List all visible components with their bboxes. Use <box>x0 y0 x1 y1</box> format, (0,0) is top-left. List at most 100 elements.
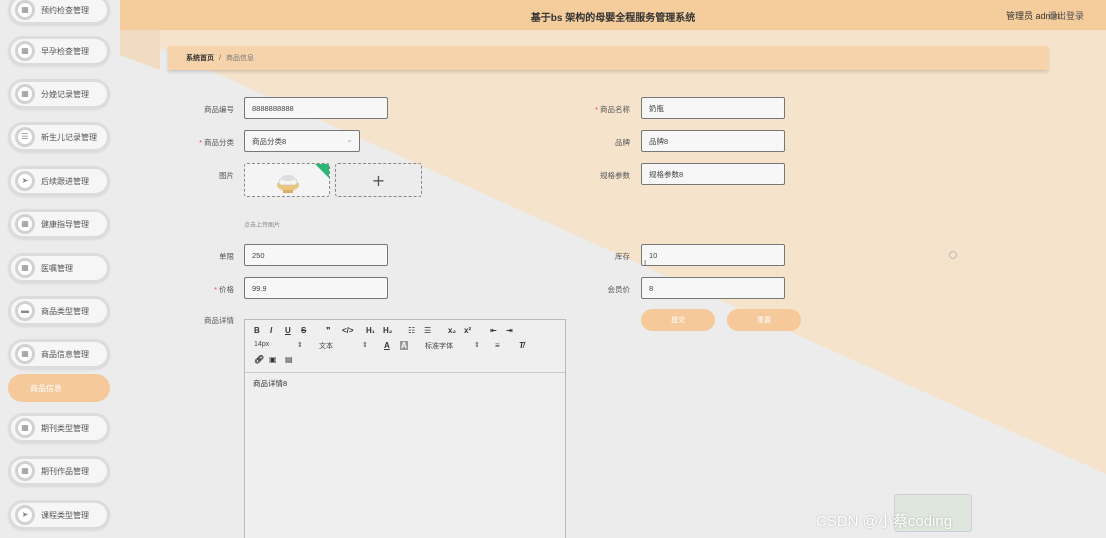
sidebar-item-delivery-record[interactable]: ▦ 分娩记录管理 <box>8 79 110 109</box>
sidebar-item-label: 预约检查管理 <box>41 5 89 15</box>
grid-icon: ▦ <box>15 461 35 481</box>
breadcrumb-home[interactable]: 系统首页 <box>186 53 214 63</box>
sidebar-item-health-guide[interactable]: ▦ 健康指导管理 <box>8 209 110 239</box>
brand-field[interactable]: 品牌8 <box>641 130 785 152</box>
font-size-select[interactable]: 14px <box>254 341 269 348</box>
clear-format-icon[interactable]: T̸ <box>519 341 524 350</box>
ordered-list-icon[interactable]: ☷ <box>408 326 415 335</box>
sidebar: ▦ 预约检查管理 ▦ 早孕检查管理 ▦ 分娩记录管理 ☰ 新生儿记录管理 ➤ 后… <box>0 0 120 538</box>
sidebar-item-label: 分娩记录管理 <box>41 89 89 99</box>
link-icon[interactable]: 🔗︎ <box>254 355 264 364</box>
unit-price-label: 单限 <box>219 252 234 261</box>
blockquote-icon[interactable]: ❞ <box>326 326 331 335</box>
reset-button[interactable]: 重置 <box>727 309 801 331</box>
indent-icon[interactable]: ⇥ <box>506 326 513 335</box>
upload-image-button[interactable]: + <box>335 163 422 197</box>
bullet-list-icon[interactable]: ☰ <box>424 326 431 335</box>
heading2-icon[interactable]: H₂ <box>383 326 392 335</box>
sidebar-item-early-pregnancy[interactable]: ▦ 早孕检查管理 <box>8 36 110 66</box>
watermark-text: CSDN @小蔡coding <box>816 513 953 530</box>
sidebar-item-newborn-record[interactable]: ☰ 新生儿记录管理 <box>8 122 110 152</box>
rich-text-editor[interactable]: B I U S ❞ </> H₁ H₂ ☷ ☰ x₂ x² ⇤ ⇥ 14px ⇕… <box>244 319 566 538</box>
sidebar-item-label: 期刊类型管理 <box>41 423 89 433</box>
code-label: 商品编号 <box>204 105 234 114</box>
background-color-icon[interactable]: A <box>400 341 408 350</box>
spec-label: 规格参数 <box>600 171 630 180</box>
text-type-select[interactable]: 文本 <box>319 341 333 351</box>
logout-link[interactable]: 退出登录 <box>1048 9 1084 22</box>
subscript-icon[interactable]: x₂ <box>448 326 456 335</box>
italic-icon[interactable]: I <box>270 326 272 335</box>
send-icon: ➤ <box>15 171 35 191</box>
font-family-chevron-icon: ⇕ <box>474 342 480 349</box>
unit-price-field[interactable]: 250 <box>244 244 388 266</box>
breadcrumb-separator: / <box>219 54 221 62</box>
stock-label: 库存 <box>615 252 630 261</box>
text-type-chevron-icon: ⇕ <box>362 342 368 349</box>
sidebar-item-label: 后续跟进管理 <box>41 176 89 186</box>
font-size-chevron-icon: ⇕ <box>297 342 303 349</box>
sidebar-item-label: 医嘱管理 <box>41 263 73 273</box>
font-color-icon[interactable]: A <box>384 341 390 350</box>
sidebar-item-journal-type[interactable]: ▦ 期刊类型管理 <box>8 413 110 443</box>
text-cursor-icon: I <box>644 259 647 268</box>
sidebar-item-medical-advice[interactable]: ▦ 医嘱管理 <box>8 253 110 283</box>
sidebar-item-journal-works[interactable]: ▦ 期刊作品管理 <box>8 456 110 486</box>
font-family-select[interactable]: 标准字体 <box>425 341 453 351</box>
app-title: 基于bs 架构的母婴全程服务管理系统 <box>530 13 696 24</box>
sidebar-item-label: 新生儿记录管理 <box>41 132 97 142</box>
sidebar-item-product-info[interactable]: 商品信息 <box>8 374 110 402</box>
plus-icon: + <box>371 170 386 190</box>
superscript-icon[interactable]: x² <box>464 326 471 335</box>
grid-icon: ▦ <box>15 258 35 278</box>
grid-icon: ▦ <box>15 0 35 20</box>
heading1-icon[interactable]: H₁ <box>366 326 375 335</box>
brand-label: 品牌 <box>615 138 630 147</box>
sidebar-item-appointment-check[interactable]: ▦ 预约检查管理 <box>8 0 110 25</box>
sidebar-item-label: 早孕检查管理 <box>41 46 89 56</box>
chevron-down-icon: ⌄ <box>346 135 353 144</box>
grid-icon: ▦ <box>15 84 35 104</box>
detail-label: 商品详情 <box>204 316 234 325</box>
send-icon: ➤ <box>15 505 35 525</box>
editor-content[interactable]: 商品详情8 <box>253 378 287 389</box>
sidebar-item-follow-up[interactable]: ➤ 后续跟进管理 <box>8 166 110 196</box>
strike-icon[interactable]: S <box>301 326 306 335</box>
sidebar-item-course-type[interactable]: ➤ 课程类型管理 <box>8 500 110 530</box>
card-icon: ▬ <box>15 301 35 321</box>
sidebar-item-product-info-manage[interactable]: ▦ 商品信息管理 <box>8 339 110 369</box>
list-icon: ☰ <box>15 127 35 147</box>
video-icon[interactable]: ▤ <box>285 355 293 364</box>
spec-field[interactable]: 规格参数8 <box>641 163 785 185</box>
align-icon[interactable]: ≡ <box>495 341 500 350</box>
product-image-icon <box>277 164 329 193</box>
underline-icon[interactable]: U <box>285 326 291 335</box>
sidebar-item-label: 课程类型管理 <box>41 510 89 520</box>
upload-hint: 点击上传图片 <box>244 223 281 229</box>
bold-icon[interactable]: B <box>254 326 260 335</box>
breadcrumb-current: 商品信息 <box>225 55 254 62</box>
grid-icon: ▦ <box>15 344 35 364</box>
stock-field[interactable]: 10 <box>641 244 785 266</box>
top-header: 基于bs 架构的母婴全程服务管理系统 管理员 admin 退出登录 <box>120 0 1106 30</box>
sidebar-item-product-type[interactable]: ▬ 商品类型管理 <box>8 296 110 326</box>
price-label: * 价格 <box>214 285 234 294</box>
grid-icon: ▦ <box>15 214 35 234</box>
uploaded-image-thumbnail[interactable] <box>244 163 330 197</box>
submit-button[interactable]: 提交 <box>641 309 715 331</box>
sidebar-item-label: 商品类型管理 <box>41 306 89 316</box>
image-label: 图片 <box>219 171 234 180</box>
outdent-icon[interactable]: ⇤ <box>490 326 497 335</box>
sidebar-item-label: 商品信息管理 <box>41 349 89 359</box>
image-icon[interactable]: ▣ <box>269 355 277 364</box>
member-price-label: 会员价 <box>607 285 631 294</box>
category-select[interactable]: 商品分类8 ⌄ <box>244 130 360 152</box>
code-field[interactable]: 8888888888 <box>244 97 388 119</box>
member-price-field[interactable]: 8 <box>641 277 785 299</box>
name-label: * 商品名称 <box>595 105 630 114</box>
name-field[interactable]: 奶瓶 <box>641 97 785 119</box>
code-icon[interactable]: </> <box>342 326 354 335</box>
grid-icon: ▦ <box>15 41 35 61</box>
editor-toolbar: B I U S ❞ </> H₁ H₂ ☷ ☰ x₂ x² ⇤ ⇥ 14px ⇕… <box>245 320 565 373</box>
price-field[interactable]: 99.9 <box>244 277 388 299</box>
